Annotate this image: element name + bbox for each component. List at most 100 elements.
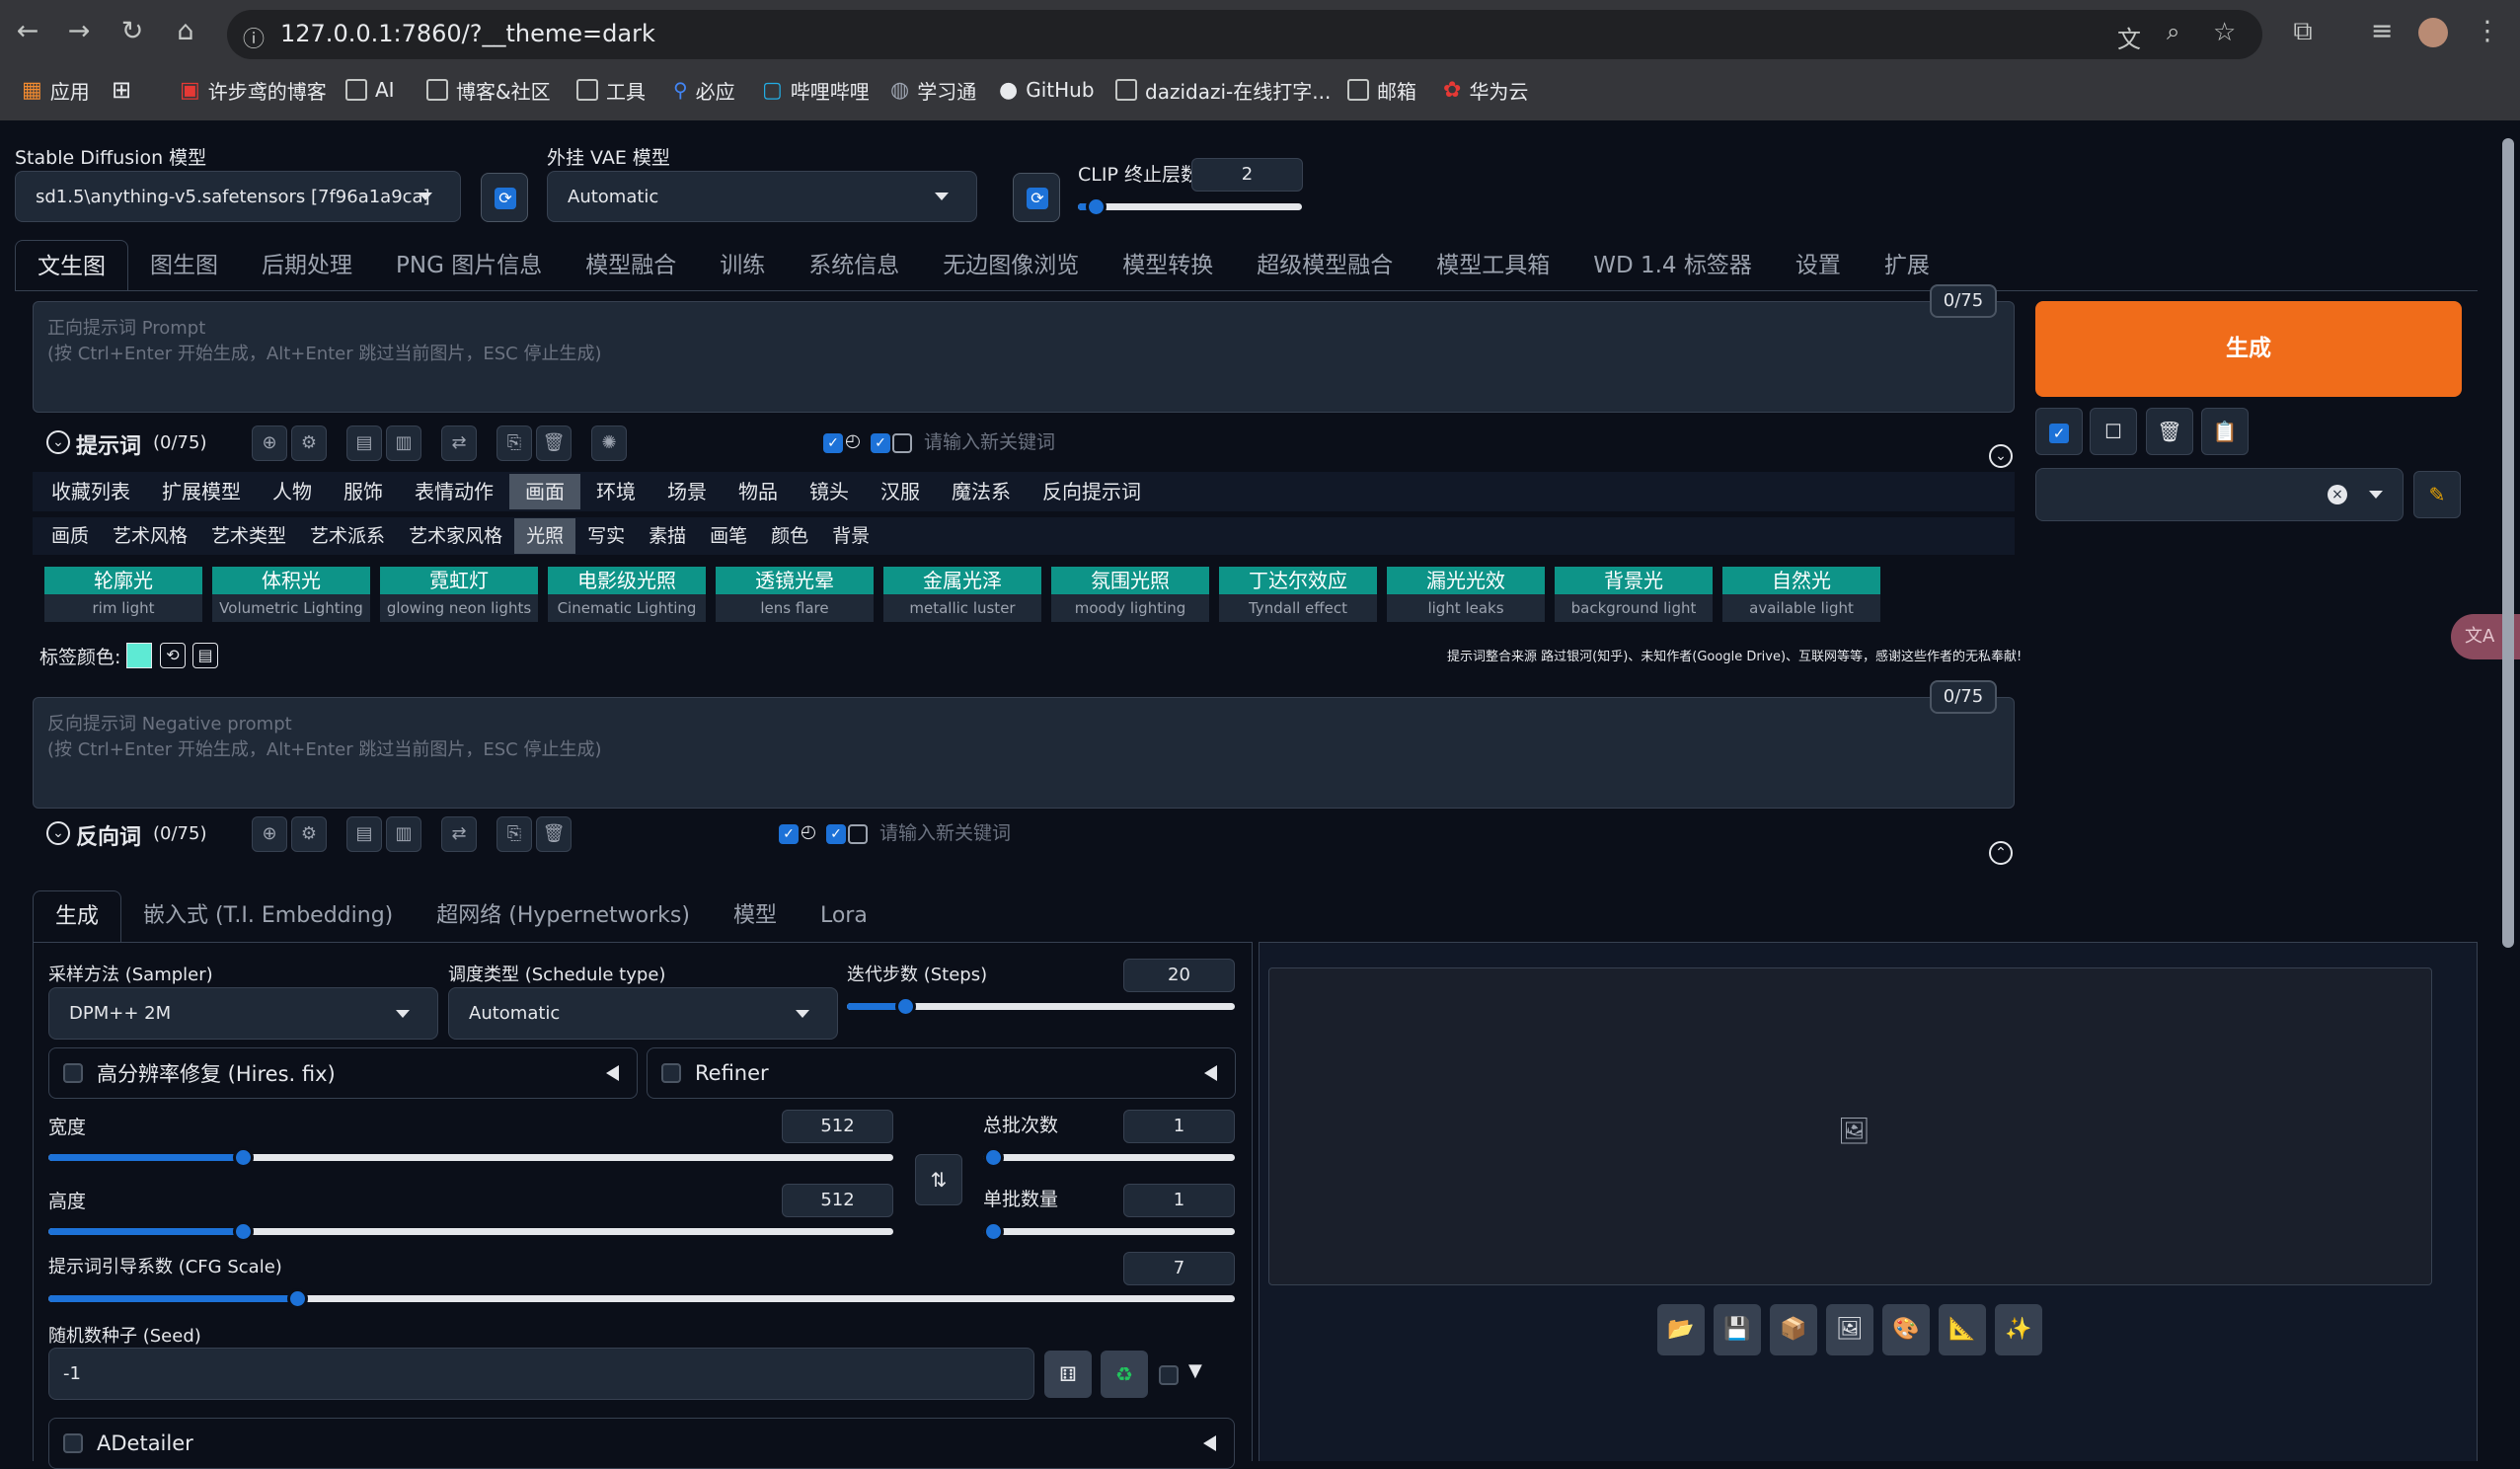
category-favorites[interactable]: 收藏列表	[36, 474, 146, 509]
sd-model-refresh-button[interactable]: ⟳	[481, 173, 528, 222]
zoom-icon[interactable]: ⌕	[2167, 18, 2179, 45]
translate-button[interactable]: ⊕	[252, 816, 287, 852]
negative-prompt-input[interactable]: 反向提示词 Negative prompt (按 Ctrl+Enter 开始生成…	[33, 697, 2015, 809]
send-to-img2img-button[interactable]: 🖼	[1826, 1304, 1873, 1355]
keyword-check-2[interactable]: ✓	[871, 433, 890, 453]
tab-train[interactable]: 训练	[698, 240, 787, 291]
page-scrollbar[interactable]	[2502, 138, 2514, 948]
swap-dimensions-button[interactable]: ⇅	[915, 1154, 962, 1205]
favorite-button[interactable]: ▥	[386, 425, 421, 461]
height-value[interactable]: 512	[782, 1184, 893, 1217]
bookmark-dazidazi[interactable]: dazidazi-在线打字...	[1115, 75, 1331, 105]
back-icon[interactable]: ←	[10, 14, 45, 49]
send-to-inpaint-button[interactable]: 🎨	[1882, 1304, 1930, 1355]
copy-button[interactable]: ⎘	[496, 816, 532, 852]
settings-button[interactable]: ⚙	[291, 816, 327, 852]
keyword-check-2[interactable]: ✓	[826, 824, 846, 844]
generate-button[interactable]: 生成	[2035, 301, 2462, 397]
bookmark-bilibili[interactable]: ▢ 哔哩哔哩	[762, 75, 870, 105]
keyword-check-1[interactable]: ✓	[823, 433, 843, 453]
collapse-up-icon[interactable]: ⌃	[1989, 841, 2013, 865]
keyword-check-3[interactable]	[892, 433, 912, 453]
bookmark-grid[interactable]: ⊞	[112, 75, 131, 105]
slider-thumb[interactable]	[895, 996, 916, 1017]
save-color-icon[interactable]: ▤	[192, 643, 218, 668]
subcategory-realistic[interactable]: 写实	[575, 518, 637, 554]
reset-color-icon[interactable]: ⟲	[160, 643, 186, 668]
tag-tyndall-effect[interactable]: 丁达尔效应 Tyndall effect	[1219, 567, 1377, 622]
bookmark-tools[interactable]: 工具	[576, 75, 646, 105]
open-folder-button[interactable]: 📂	[1657, 1304, 1705, 1355]
bookmark-mail[interactable]: 邮箱	[1347, 75, 1416, 105]
extra-seed-checkbox[interactable]	[1159, 1365, 1179, 1385]
cfg-value[interactable]: 7	[1123, 1252, 1235, 1285]
steps-value[interactable]: 20	[1123, 959, 1235, 992]
category-expression[interactable]: 表情动作	[399, 474, 509, 509]
tag-background-light[interactable]: 背景光 background light	[1555, 567, 1713, 622]
width-slider[interactable]	[48, 1147, 893, 1168]
category-hanfu[interactable]: 汉服	[865, 474, 936, 509]
bookmark-github[interactable]: ● GitHub	[999, 75, 1095, 105]
send-to-extras-button[interactable]: 📐	[1939, 1304, 1986, 1355]
clock-icon[interactable]: ◴	[845, 430, 861, 451]
en-zh-button[interactable]: ⇄	[441, 425, 477, 461]
tab-img2img[interactable]: 图生图	[128, 240, 240, 291]
forward-icon[interactable]: →	[61, 14, 97, 49]
prompt-input[interactable]: 正向提示词 Prompt (按 Ctrl+Enter 开始生成，Alt+Ente…	[33, 301, 2015, 413]
settings-button[interactable]: ⚙	[291, 425, 327, 461]
random-seed-button[interactable]: ⚅	[1044, 1351, 1092, 1398]
batch-size-slider[interactable]	[983, 1221, 1235, 1242]
tag-moody-lighting[interactable]: 氛围光照 moody lighting	[1051, 567, 1209, 622]
tag-metallic-luster[interactable]: 金属光泽 metallic luster	[883, 567, 1041, 622]
tag-neon-lights[interactable]: 霓虹灯 glowing neon lights	[380, 567, 538, 622]
reading-list-icon[interactable]: ≡	[2364, 14, 2400, 49]
category-negative[interactable]: 反向提示词	[1027, 474, 1157, 509]
en-zh-button[interactable]: ⇄	[441, 816, 477, 852]
bookmark-blog[interactable]: ▣ 许步鸢的博客	[180, 75, 327, 105]
refiner-checkbox[interactable]	[661, 1063, 681, 1083]
vae-dropdown[interactable]: Automatic	[547, 171, 977, 222]
category-ext-models[interactable]: 扩展模型	[146, 474, 257, 509]
batch-count-slider[interactable]	[983, 1147, 1235, 1168]
home-icon[interactable]: ⌂	[168, 14, 203, 49]
keyword-input[interactable]: 请输入新关键词	[874, 815, 1989, 851]
hires-fix-checkbox[interactable]	[63, 1063, 83, 1083]
bookmark-bing[interactable]: ⚲ 必应	[673, 75, 735, 105]
slider-thumb[interactable]	[233, 1221, 254, 1242]
clock-icon[interactable]: ◴	[801, 821, 816, 842]
bookmark-xuexitong[interactable]: ◍ 学习通	[890, 75, 976, 105]
tag-color-swatch[interactable]	[126, 643, 152, 668]
slider-thumb[interactable]	[983, 1147, 1004, 1168]
paste-button[interactable]: 📋	[2201, 408, 2249, 455]
batch-size-value[interactable]: 1	[1123, 1184, 1235, 1217]
collapse-icon[interactable]: ⌄	[46, 430, 70, 454]
category-environment[interactable]: 环境	[580, 474, 651, 509]
slider-thumb[interactable]	[233, 1147, 254, 1168]
translate-button[interactable]: ⊕	[252, 425, 287, 461]
subcategory-color[interactable]: 颜色	[759, 518, 820, 554]
translate-icon[interactable]: 文	[2117, 20, 2141, 54]
address-bar[interactable]: ⓘ 127.0.0.1:7860/?__theme=dark 文 ⌕ ☆	[227, 10, 2262, 59]
category-magic[interactable]: 魔法系	[936, 474, 1027, 509]
collapse-icon[interactable]: ⌄	[46, 821, 70, 845]
width-value[interactable]: 512	[782, 1110, 893, 1143]
clear-button[interactable]: 🗑	[536, 816, 572, 852]
styles-dropdown[interactable]: ×	[2035, 468, 2404, 521]
bookmark-star-icon[interactable]: ☆	[2213, 18, 2236, 47]
tag-rim-light[interactable]: 轮廓光 rim light	[44, 567, 202, 622]
subcategory-artist[interactable]: 艺术家风格	[397, 518, 514, 554]
tab-lora[interactable]: Lora	[799, 890, 889, 942]
copy-button[interactable]: ⎘	[496, 425, 532, 461]
expand-icon[interactable]: ⌄	[1989, 444, 2013, 468]
slider-thumb[interactable]	[983, 1221, 1004, 1242]
skip-button[interactable]: ☐	[2090, 408, 2137, 455]
seed-input[interactable]: -1	[48, 1348, 1034, 1400]
refiner-accordion[interactable]: Refiner	[647, 1047, 1236, 1099]
sd-model-dropdown[interactable]: sd1.5\anything-v5.safetensors [7f96a1a9c…	[15, 171, 461, 222]
subcategory-art-style[interactable]: 艺术风格	[101, 518, 199, 554]
clear-icon[interactable]: ×	[2328, 485, 2347, 504]
save-button[interactable]: 💾	[1714, 1304, 1761, 1355]
chatgpt-button[interactable]: ✺	[591, 425, 627, 461]
vae-refresh-button[interactable]: ⟳	[1013, 173, 1060, 222]
adetailer-accordion[interactable]: ADetailer	[48, 1418, 1235, 1469]
